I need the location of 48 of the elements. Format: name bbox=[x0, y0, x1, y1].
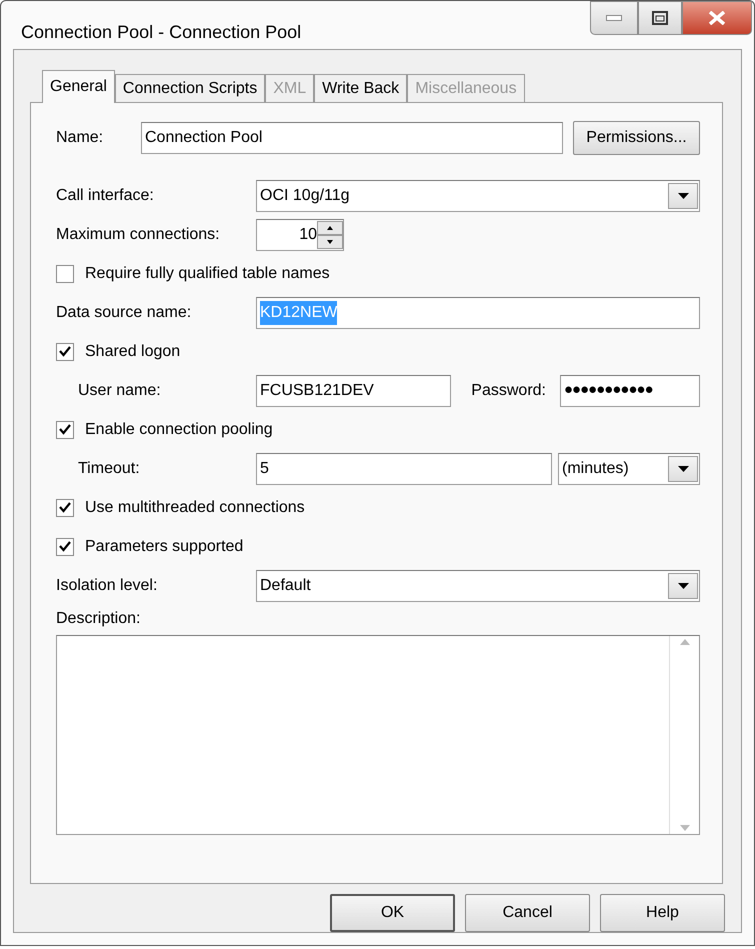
dropdown-button[interactable] bbox=[668, 572, 698, 598]
minimize-icon bbox=[606, 15, 622, 21]
field-label: Data source name: bbox=[56, 302, 192, 322]
field-label: Name: bbox=[56, 128, 104, 148]
tab[interactable]: General bbox=[42, 70, 115, 103]
spin-arrows-icon[interactable] bbox=[317, 220, 343, 248]
name-field[interactable]: Connection Pool bbox=[141, 122, 563, 154]
dropdown-button[interactable] bbox=[668, 456, 698, 482]
field-label: Call interface: bbox=[56, 186, 155, 206]
description-field[interactable] bbox=[56, 635, 700, 835]
window-title: Connection Pool - Connection Pool bbox=[21, 21, 302, 44]
dialog-button[interactable]: Cancel bbox=[465, 894, 590, 932]
checkbox[interactable] bbox=[56, 538, 74, 556]
dialog-button[interactable]: Help bbox=[600, 894, 725, 932]
dialog-button[interactable]: OK bbox=[330, 894, 455, 932]
checkbox-label[interactable]: Shared logon bbox=[85, 340, 180, 364]
dropdown-button[interactable] bbox=[668, 182, 698, 208]
checkbox-label[interactable]: Parameters supported bbox=[85, 534, 244, 558]
maximize-button[interactable] bbox=[638, 1, 682, 35]
user-name-field[interactable]: FCUSB121DEV bbox=[256, 374, 451, 406]
maximize-icon bbox=[652, 11, 668, 25]
field-label: Password: bbox=[471, 380, 546, 400]
spin-box[interactable]: 10 bbox=[256, 218, 344, 250]
field-label: User name: bbox=[77, 380, 162, 400]
tab[interactable]: Write Back bbox=[314, 74, 408, 102]
timeout-field[interactable]: 5 bbox=[256, 452, 552, 484]
caret-icon bbox=[678, 466, 688, 472]
dropdown[interactable]: (minutes) bbox=[558, 452, 700, 484]
password-field[interactable]: ●●●●●●●●●●● bbox=[560, 374, 700, 406]
checkbox[interactable] bbox=[56, 264, 74, 282]
checkbox[interactable] bbox=[56, 420, 74, 438]
close-button[interactable] bbox=[682, 1, 752, 35]
tab[interactable]: Connection Scripts bbox=[114, 74, 266, 102]
caret-icon bbox=[678, 582, 688, 588]
field-label: Isolation level: bbox=[56, 576, 158, 596]
checkbox[interactable] bbox=[56, 498, 74, 516]
checkbox[interactable] bbox=[56, 342, 74, 360]
field-label: Description: bbox=[56, 609, 140, 629]
checkbox-label[interactable]: Require fully qualified table names bbox=[85, 262, 330, 286]
close-icon bbox=[708, 11, 726, 25]
dropdown[interactable]: OCI 10g/11g bbox=[256, 180, 700, 212]
permissions-button[interactable]: Permissions... bbox=[573, 121, 700, 155]
field-label: Maximum connections: bbox=[56, 224, 221, 244]
checkbox-label[interactable]: Use multithreaded connections bbox=[85, 496, 305, 520]
checkbox-label[interactable]: Enable connection pooling bbox=[85, 418, 273, 442]
dropdown[interactable]: Default bbox=[256, 570, 700, 602]
field-label: Timeout: bbox=[77, 458, 141, 478]
caret-icon bbox=[678, 192, 688, 198]
